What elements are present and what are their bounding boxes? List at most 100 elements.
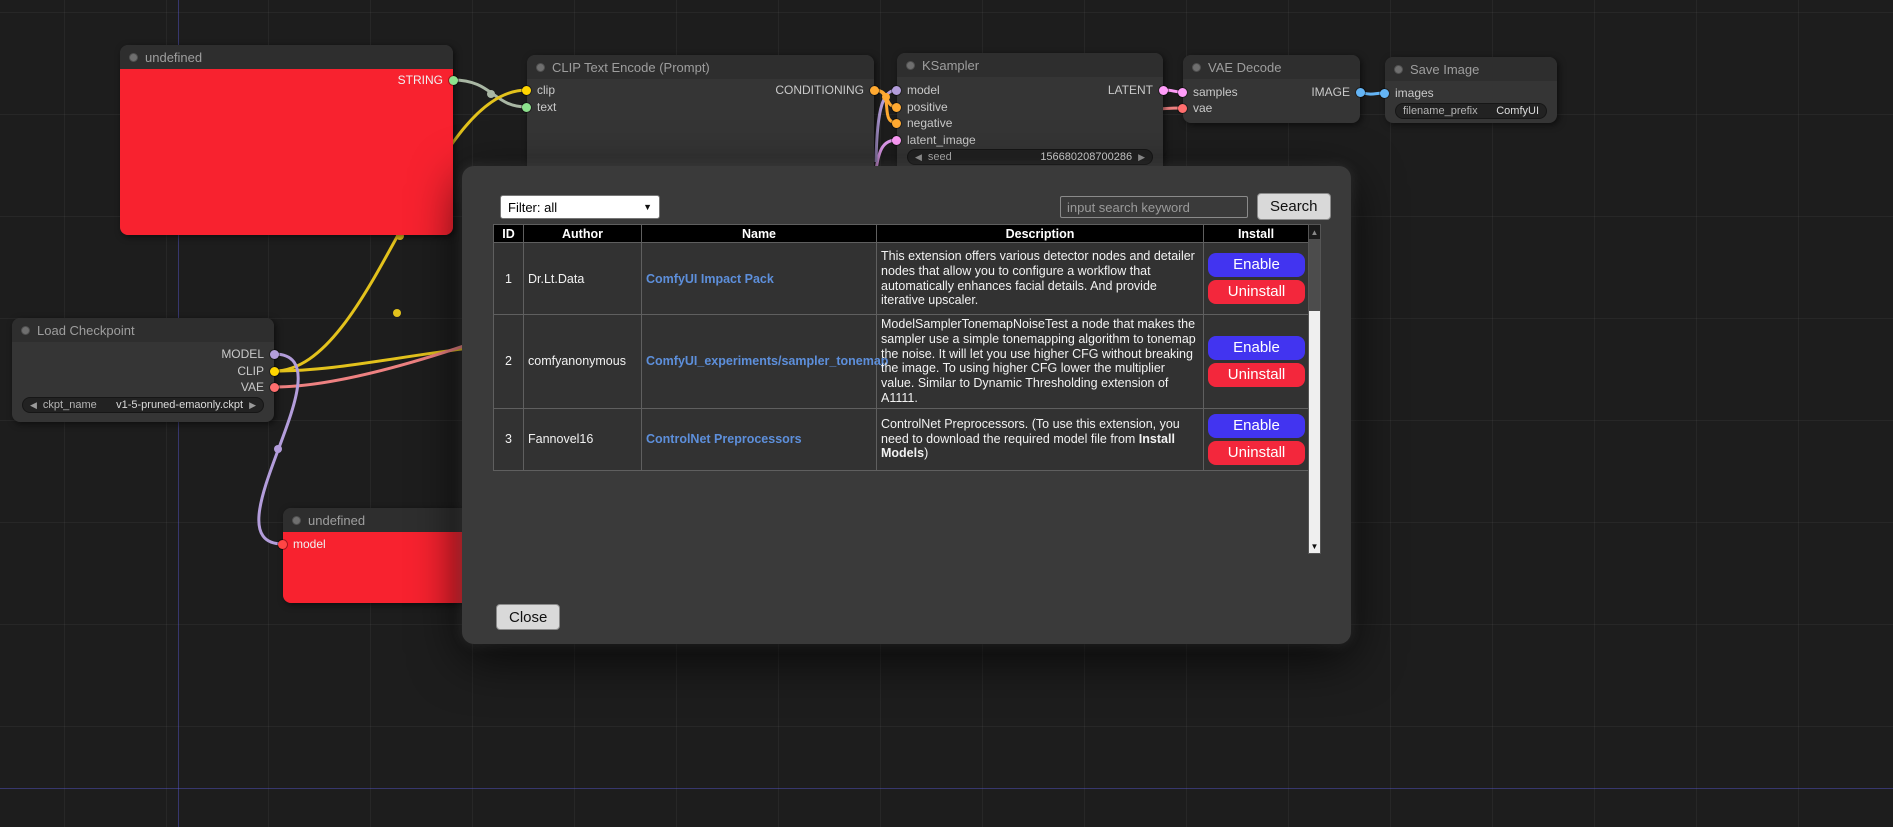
conditioning-port-icon[interactable] <box>870 86 879 95</box>
node-titlebar[interactable]: KSampler <box>897 53 1163 77</box>
node-title: Save Image <box>1410 62 1479 77</box>
output-slot-latent[interactable]: LATENT <box>1108 83 1168 97</box>
filter-selected-value: Filter: all <box>508 200 557 215</box>
node-titlebar[interactable]: undefined <box>120 45 453 69</box>
node-title: KSampler <box>922 58 979 73</box>
model-port-icon[interactable] <box>892 86 901 95</box>
output-slot-model[interactable]: MODEL <box>221 347 279 361</box>
widget-decrement-icon[interactable]: ◀ <box>915 152 922 163</box>
clip-port-icon[interactable] <box>270 367 279 376</box>
widget-increment-icon[interactable]: ▶ <box>249 400 256 411</box>
image-port-icon[interactable] <box>1380 89 1389 98</box>
input-slot-latent-image[interactable]: latent_image <box>892 133 976 147</box>
latent-port-icon[interactable] <box>1178 88 1187 97</box>
node-save-image[interactable]: Save Image images filename_prefix ComfyU… <box>1385 57 1557 123</box>
slot-label: latent_image <box>907 133 976 147</box>
input-slot-text[interactable]: text <box>522 100 556 114</box>
search-button[interactable]: Search <box>1257 193 1331 220</box>
header-name: Name <box>642 225 877 243</box>
output-slot-conditioning[interactable]: CONDITIONING <box>775 83 879 97</box>
node-titlebar[interactable]: Load Checkpoint <box>12 318 274 342</box>
input-slot-images[interactable]: images <box>1380 86 1434 100</box>
output-slot-string[interactable]: STRING <box>398 73 458 87</box>
collapse-dot-icon[interactable] <box>536 63 545 72</box>
slot-label: clip <box>537 83 555 97</box>
slot-label: vae <box>1193 101 1212 115</box>
node-titlebar[interactable]: VAE Decode <box>1183 55 1360 79</box>
conditioning-port-icon[interactable] <box>892 103 901 112</box>
enable-button[interactable]: Enable <box>1208 336 1305 360</box>
table-row: 3 Fannovel16 ControlNet Preprocessors Co… <box>494 408 1309 470</box>
collapse-dot-icon[interactable] <box>906 61 915 70</box>
output-slot-image[interactable]: IMAGE <box>1311 85 1365 99</box>
close-button[interactable]: Close <box>496 604 560 630</box>
extension-link[interactable]: ComfyUI_experiments/sampler_tonemap <box>646 354 888 368</box>
node-titlebar[interactable]: Save Image <box>1385 57 1557 81</box>
model-port-icon[interactable] <box>278 540 287 549</box>
collapse-dot-icon[interactable] <box>1192 63 1201 72</box>
widget-value: 156680208700286 <box>1040 151 1132 163</box>
input-slot-model[interactable]: model <box>278 537 326 551</box>
search-input[interactable] <box>1060 196 1248 218</box>
widget-value: v1-5-pruned-emaonly.ckpt <box>116 399 243 411</box>
cell-id: 2 <box>494 315 524 409</box>
uninstall-button[interactable]: Uninstall <box>1208 441 1305 465</box>
latent-port-icon[interactable] <box>1159 86 1168 95</box>
slot-label: STRING <box>398 73 443 87</box>
output-slot-clip[interactable]: CLIP <box>237 364 279 378</box>
input-slot-vae[interactable]: vae <box>1178 101 1212 115</box>
widget-increment-icon[interactable]: ▶ <box>1138 152 1145 163</box>
enable-button[interactable]: Enable <box>1208 253 1305 277</box>
collapse-dot-icon[interactable] <box>1394 65 1403 74</box>
collapse-dot-icon[interactable] <box>21 326 30 335</box>
input-slot-model[interactable]: model <box>892 83 940 97</box>
cell-install: Enable Uninstall <box>1204 315 1309 409</box>
input-slot-clip[interactable]: clip <box>522 83 555 97</box>
cell-id: 1 <box>494 243 524 315</box>
scroll-thumb[interactable] <box>1309 239 1320 311</box>
scroll-down-arrow-icon[interactable]: ▼ <box>1309 539 1320 553</box>
table-scrollbar[interactable]: ▲ ▼ <box>1308 224 1321 554</box>
node-undefined-top[interactable]: undefined STRING <box>120 45 453 235</box>
conditioning-port-icon[interactable] <box>892 119 901 128</box>
widget-label: seed <box>928 151 952 163</box>
image-port-icon[interactable] <box>1356 88 1365 97</box>
header-description: Description <box>877 225 1204 243</box>
node-titlebar[interactable]: CLIP Text Encode (Prompt) <box>527 55 874 79</box>
model-port-icon[interactable] <box>270 350 279 359</box>
node-load-checkpoint[interactable]: Load Checkpoint MODEL CLIP VAE ◀ ckpt_na… <box>12 318 274 422</box>
ckpt-name-widget[interactable]: ◀ ckpt_name v1-5-pruned-emaonly.ckpt ▶ <box>22 397 264 413</box>
collapse-dot-icon[interactable] <box>292 516 301 525</box>
extension-link[interactable]: ControlNet Preprocessors <box>646 432 802 446</box>
string-port-icon[interactable] <box>522 103 531 112</box>
vae-port-icon[interactable] <box>270 383 279 392</box>
node-title: undefined <box>308 513 365 528</box>
string-port-icon[interactable] <box>449 76 458 85</box>
scroll-up-arrow-icon[interactable]: ▲ <box>1309 225 1320 239</box>
slot-label: images <box>1395 86 1434 100</box>
input-slot-samples[interactable]: samples <box>1178 85 1238 99</box>
clip-port-icon[interactable] <box>522 86 531 95</box>
output-slot-vae[interactable]: VAE <box>241 380 279 394</box>
extension-link[interactable]: ComfyUI Impact Pack <box>646 272 774 286</box>
cell-author: Fannovel16 <box>524 408 642 470</box>
uninstall-button[interactable]: Uninstall <box>1208 280 1305 304</box>
slot-label: CLIP <box>237 364 264 378</box>
node-title: undefined <box>145 50 202 65</box>
uninstall-button[interactable]: Uninstall <box>1208 363 1305 387</box>
enable-button[interactable]: Enable <box>1208 414 1305 438</box>
input-slot-positive[interactable]: positive <box>892 100 948 114</box>
node-vae-decode[interactable]: VAE Decode samples vae IMAGE <box>1183 55 1360 123</box>
widget-decrement-icon[interactable]: ◀ <box>30 400 37 411</box>
filter-select[interactable]: Filter: all ▼ <box>500 195 660 219</box>
slot-label: model <box>907 83 940 97</box>
slot-label: model <box>293 537 326 551</box>
collapse-dot-icon[interactable] <box>129 53 138 62</box>
filename-prefix-widget[interactable]: filename_prefix ComfyUI <box>1395 103 1547 119</box>
extension-manager-dialog: Filter: all ▼ Search ID Author Name Desc… <box>462 166 1351 644</box>
slot-label: positive <box>907 100 948 114</box>
seed-widget[interactable]: ◀ seed 156680208700286 ▶ <box>907 149 1153 165</box>
vae-port-icon[interactable] <box>1178 104 1187 113</box>
latent-port-icon[interactable] <box>892 136 901 145</box>
input-slot-negative[interactable]: negative <box>892 116 952 130</box>
